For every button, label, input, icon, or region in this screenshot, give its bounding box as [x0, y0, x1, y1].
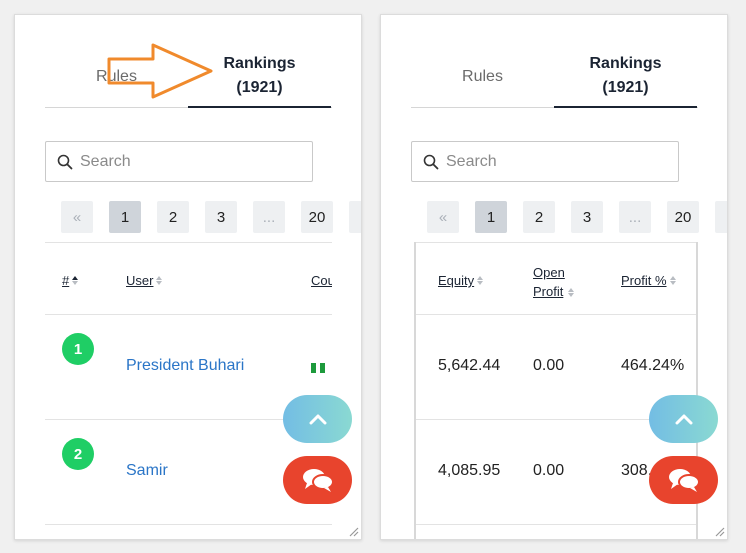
page-prev-button[interactable]: « [61, 201, 93, 233]
search-box[interactable] [411, 141, 679, 182]
column-open-profit-label-1: Open [533, 265, 565, 280]
sort-icon [72, 276, 79, 285]
tab-rankings-label: Rankings [589, 54, 662, 72]
page-3-button[interactable]: 3 [571, 201, 603, 233]
page-3-button[interactable]: 3 [205, 201, 237, 233]
column-user-header[interactable]: User [126, 273, 163, 288]
chat-button[interactable] [283, 456, 352, 504]
rankings-panel-right: Rules Rankings (1921) « 1 2 3 ... 20 Equ… [380, 14, 728, 540]
equity-value: 4,085.95 [438, 462, 501, 479]
column-equity-label: Equity [438, 273, 475, 288]
search-input[interactable] [80, 150, 300, 174]
tab-bar: Rules Rankings (1921) [411, 45, 698, 108]
chevron-up-icon [309, 414, 326, 425]
search-box[interactable] [45, 141, 313, 182]
tab-rankings[interactable]: Rankings (1921) [554, 45, 697, 108]
page-20-button[interactable]: 20 [667, 201, 699, 233]
chat-icon [302, 469, 334, 492]
flag-icon [311, 363, 326, 373]
resize-grip-icon[interactable] [714, 526, 725, 537]
column-user-label: User [126, 273, 154, 288]
page-ellipsis: ... [619, 201, 651, 233]
sort-icon [156, 276, 163, 285]
sort-icon [567, 288, 574, 297]
search-icon [57, 154, 73, 170]
page-2-button[interactable]: 2 [523, 201, 555, 233]
rankings-panel-left: Rules Rankings (1921) « 1 2 3 ... 20 # [14, 14, 362, 540]
column-equity-header[interactable]: Equity [438, 273, 484, 288]
page-1-button[interactable]: 1 [475, 201, 507, 233]
tab-rules[interactable]: Rules [411, 45, 554, 108]
column-profit-pct-label: Profit % [621, 273, 667, 288]
tab-rankings-count: (1921) [236, 78, 283, 96]
page-20-button[interactable]: 20 [301, 201, 333, 233]
equity-value: 5,642.44 [438, 357, 501, 374]
tab-rules-label: Rules [462, 67, 503, 85]
open-profit-value: 0.00 [533, 462, 565, 479]
page-next-button[interactable] [715, 201, 727, 233]
search-icon [423, 154, 439, 170]
page-next-button[interactable] [349, 201, 361, 233]
table-header: # User Cou [45, 242, 332, 315]
column-open-profit-label-2: Profit [533, 284, 564, 299]
table-header: Equity Open Profit Profit % [416, 242, 696, 315]
column-rank-header[interactable]: # [62, 273, 79, 288]
open-profit-value: 0.00 [533, 357, 565, 374]
page-ellipsis: ... [253, 201, 285, 233]
tab-rankings-count: (1921) [602, 78, 649, 96]
column-country-label: Cou [311, 273, 332, 288]
column-country-header[interactable]: Cou [311, 273, 332, 288]
search-input[interactable] [446, 150, 666, 174]
user-link[interactable]: President Buhari [126, 357, 244, 375]
tab-rankings-label: Rankings [223, 54, 296, 72]
sort-icon [477, 276, 484, 285]
scroll-to-top-button[interactable] [649, 395, 718, 443]
column-rank-label: # [62, 273, 70, 288]
chat-icon [668, 469, 700, 492]
sort-icon [669, 276, 676, 285]
user-link[interactable]: Samir [126, 462, 168, 480]
chat-button[interactable] [649, 456, 718, 504]
rank-badge: 2 [62, 438, 94, 470]
profit-pct-value: 464.24% [621, 357, 685, 374]
page-1-button[interactable]: 1 [109, 201, 141, 233]
column-profit-pct-header[interactable]: Profit % [621, 273, 676, 288]
chevron-up-icon [675, 414, 692, 425]
profit-pct-value: 308. [621, 462, 653, 479]
page-2-button[interactable]: 2 [157, 201, 189, 233]
scroll-to-top-button[interactable] [283, 395, 352, 443]
page-prev-button[interactable]: « [427, 201, 459, 233]
rank-badge: 1 [62, 333, 94, 365]
column-open-profit-header[interactable]: Open Profit [533, 263, 574, 301]
arrow-annotation-icon [107, 43, 213, 99]
resize-grip-icon[interactable] [348, 526, 359, 537]
